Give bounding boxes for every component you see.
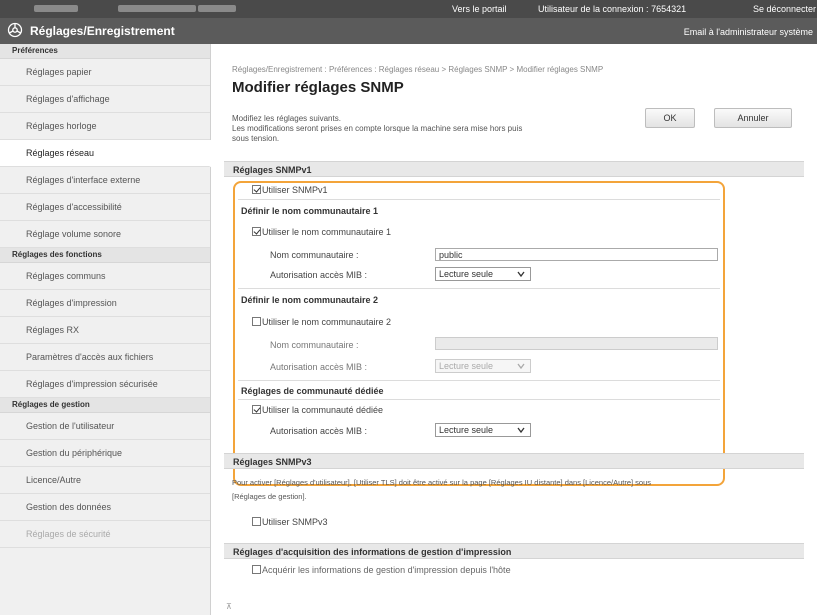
use-community1-label: Utiliser le nom communautaire 1	[262, 227, 392, 237]
sidebar-section-management: Réglages de gestion	[0, 398, 210, 413]
divider	[238, 199, 720, 200]
divider	[238, 380, 720, 381]
ok-button[interactable]: OK	[645, 108, 695, 128]
community1-name-input[interactable]: public	[435, 248, 718, 261]
chevron-down-icon	[517, 427, 525, 434]
community1-mib-select[interactable]: Lecture seule	[435, 267, 531, 281]
use-community1-row: Utiliser le nom communautaire 1	[252, 227, 391, 237]
title-bar: Réglages/Enregistrement Email à l'admini…	[0, 18, 817, 44]
use-snmpv3-label: Utiliser SNMPv3	[262, 517, 328, 527]
sidebar-item-clock[interactable]: Réglages horloge	[0, 113, 210, 140]
sidebar-item-user-mgmt[interactable]: Gestion de l'utilisateur	[0, 413, 210, 440]
divider	[238, 288, 720, 289]
sidebar-item-display[interactable]: Réglages d'affichage	[0, 86, 210, 113]
snmpv3-note-line-1: Pour activer [Réglages d'utilisateur], […	[232, 478, 652, 487]
desc-line-1: Modifiez les réglages suivants.	[232, 114, 341, 123]
sidebar-item-printing[interactable]: Réglages d'impression	[0, 290, 210, 317]
print-mgmt-section-header: Réglages d'acquisition des informations …	[224, 543, 804, 559]
community2-mib-label: Autorisation accès MIB :	[270, 362, 368, 372]
snmpv3-section-header: Réglages SNMPv3	[224, 453, 804, 469]
use-community2-label: Utiliser le nom communautaire 2	[262, 317, 392, 327]
login-user-label: Utilisateur de la connexion : 7654321	[538, 4, 687, 14]
use-snmpv3-row: Utiliser SNMPv3	[252, 517, 328, 527]
community1-mib-value: Lecture seule	[439, 269, 494, 279]
sidebar: Préférences Réglages papier Réglages d'a…	[0, 44, 211, 615]
sidebar-item-device-mgmt[interactable]: Gestion du périphérique	[0, 440, 210, 467]
sidebar-item-volume[interactable]: Réglage volume sonore	[0, 221, 210, 248]
dedicated-community-header: Réglages de communauté dédiée	[241, 386, 384, 396]
use-snmpv3-checkbox[interactable]	[252, 517, 261, 526]
divider	[238, 399, 720, 400]
desc-line-3: sous tension.	[232, 134, 280, 143]
use-snmpv1-checkbox[interactable]	[252, 185, 261, 194]
community2-name-label: Nom communautaire :	[270, 340, 359, 350]
dedicated-mib-label: Autorisation accès MIB :	[270, 426, 368, 436]
email-admin-link[interactable]: Email à l'administrateur système	[684, 27, 813, 37]
page-description: Modifiez les réglages suivants. Les modi…	[232, 114, 652, 144]
chevron-down-icon	[517, 363, 525, 370]
sidebar-item-security[interactable]: Réglages de sécurité	[0, 521, 210, 548]
use-snmpv1-label: Utiliser SNMPv1	[262, 185, 328, 195]
use-dedicated-checkbox[interactable]	[252, 405, 261, 414]
cancel-button[interactable]: Annuler	[714, 108, 792, 128]
sidebar-item-data-mgmt[interactable]: Gestion des données	[0, 494, 210, 521]
desc-line-2: Les modifications seront prises en compt…	[232, 124, 523, 133]
top-bar: Vers le portail Utilisateur de la connex…	[0, 0, 817, 18]
sidebar-section-functions: Réglages des fonctions	[0, 248, 210, 263]
community1-header: Définir le nom communautaire 1	[241, 206, 379, 216]
sidebar-item-accessibility[interactable]: Réglages d'accessibilité	[0, 194, 210, 221]
settings-register-icon	[7, 22, 23, 38]
community2-name-input[interactable]	[435, 337, 718, 350]
app-title: Réglages/Enregistrement	[30, 24, 175, 38]
scroll-top-icon[interactable]: ⊼	[226, 602, 232, 611]
use-community1-checkbox[interactable]	[252, 227, 261, 236]
community2-mib-select[interactable]: Lecture seule	[435, 359, 531, 373]
page-title: Modifier réglages SNMP	[232, 79, 404, 96]
sidebar-item-license[interactable]: Licence/Autre	[0, 467, 210, 494]
portal-link[interactable]: Vers le portail	[452, 4, 507, 14]
blurred-model-2	[198, 5, 236, 12]
sidebar-section-preferences: Préférences	[0, 44, 210, 59]
community1-name-label: Nom communautaire :	[270, 250, 359, 260]
dedicated-mib-select[interactable]: Lecture seule	[435, 423, 531, 437]
sidebar-item-common[interactable]: Réglages communs	[0, 263, 210, 290]
community1-mib-label: Autorisation accès MIB :	[270, 270, 368, 280]
use-community2-checkbox[interactable]	[252, 317, 261, 326]
breadcrumb: Réglages/Enregistrement : Préférences : …	[232, 65, 604, 74]
dedicated-mib-value: Lecture seule	[439, 425, 494, 435]
acquire-print-mgmt-row: Acquérir les informations de gestion d'i…	[252, 565, 511, 575]
sidebar-item-secure-print[interactable]: Réglages d'impression sécurisée	[0, 371, 210, 398]
blurred-logo	[34, 5, 78, 12]
acquire-print-mgmt-checkbox[interactable]	[252, 565, 261, 574]
chevron-down-icon	[517, 271, 525, 278]
sidebar-item-paper[interactable]: Réglages papier	[0, 59, 210, 86]
snmpv1-section-header: Réglages SNMPv1	[224, 161, 804, 177]
snmpv3-note-line-2: [Réglages de gestion].	[232, 492, 307, 501]
acquire-print-mgmt-label: Acquérir les informations de gestion d'i…	[262, 565, 511, 575]
sidebar-item-external-interface[interactable]: Réglages d'interface externe	[0, 167, 210, 194]
sidebar-item-file-access[interactable]: Paramètres d'accès aux fichiers	[0, 344, 210, 371]
use-dedicated-label: Utiliser la communauté dédiée	[262, 405, 384, 415]
use-community2-row: Utiliser le nom communautaire 2	[252, 317, 391, 327]
logout-link[interactable]: Se déconnecter	[753, 4, 816, 14]
use-dedicated-row: Utiliser la communauté dédiée	[252, 405, 383, 415]
blurred-model	[118, 5, 196, 12]
use-snmpv1-row: Utiliser SNMPv1	[252, 185, 328, 195]
sidebar-item-rx[interactable]: Réglages RX	[0, 317, 210, 344]
community2-header: Définir le nom communautaire 2	[241, 295, 379, 305]
sidebar-item-network[interactable]: Réglages réseau	[0, 140, 211, 167]
community2-mib-value: Lecture seule	[439, 361, 494, 371]
